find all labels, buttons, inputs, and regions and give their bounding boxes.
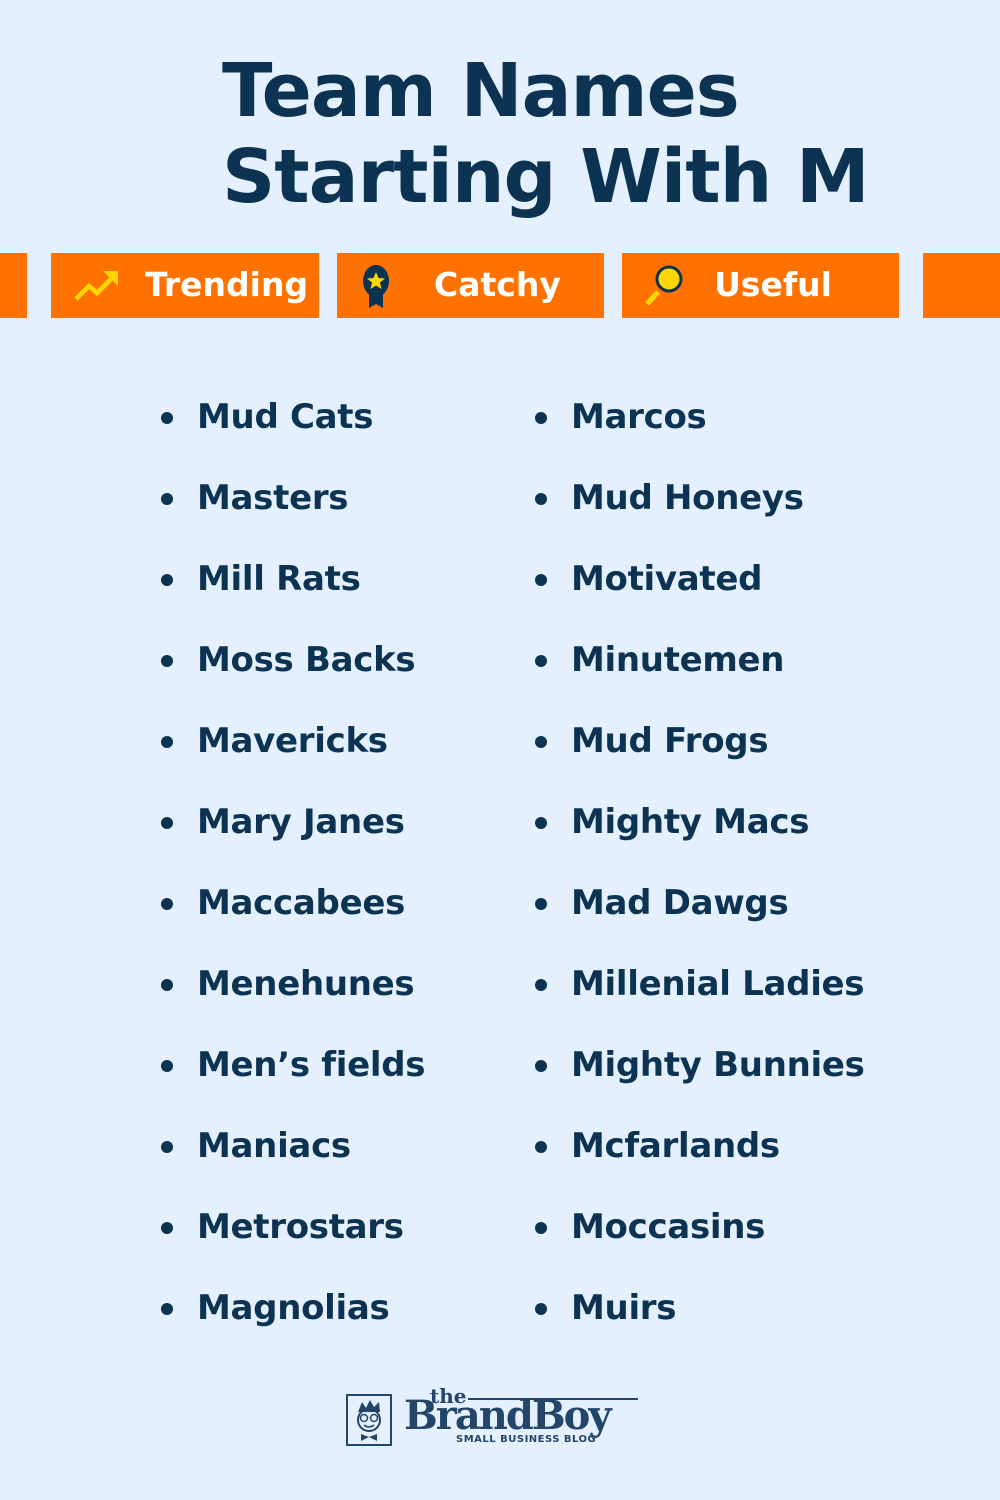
list-item: Maccabees	[161, 874, 425, 955]
list-item: Motivated	[535, 550, 865, 631]
team-name: Maniacs	[197, 1126, 351, 1166]
tag-trending: Trending	[51, 253, 319, 318]
title-line-2: Starting With M	[222, 134, 870, 220]
bullet-icon	[161, 1303, 173, 1315]
team-name: Minutemen	[571, 640, 785, 680]
list-item: Men’s fields	[161, 1036, 426, 1117]
bullet-icon	[535, 1222, 547, 1234]
list-item: Moss Backs	[161, 631, 425, 712]
list-item: Minutemen	[535, 631, 865, 712]
bullet-icon	[161, 817, 173, 829]
team-name: Mud Honeys	[571, 478, 804, 518]
team-name: Mud Cats	[197, 397, 374, 437]
team-name: Millenial Ladies	[571, 964, 865, 1004]
brand-logo: the BrandBoy SMALL BUSINESS BLOG	[344, 1384, 644, 1452]
logo-wordmark: BrandBoy	[404, 1392, 612, 1439]
bullet-icon	[535, 574, 547, 586]
bullet-icon	[161, 736, 173, 748]
list-item: Marcos	[535, 388, 865, 469]
team-name: Muirs	[571, 1288, 677, 1328]
bullet-icon	[535, 979, 547, 991]
tag-catchy: Catchy	[337, 253, 604, 318]
bullet-icon	[161, 655, 173, 667]
magnifier-icon	[645, 265, 683, 306]
team-name: Menehunes	[197, 964, 415, 1004]
bullet-icon	[161, 1060, 173, 1072]
bullet-icon	[161, 574, 173, 586]
title-line-1: Team Names	[222, 48, 740, 134]
bullet-icon	[535, 493, 547, 505]
list-item: Menehunes	[161, 955, 425, 1036]
bullet-icon	[535, 1060, 547, 1072]
list-item: Mavericks	[161, 712, 425, 793]
page-title: Team Names Starting With M	[222, 48, 870, 220]
names-list-column-2: Marcos Mud Honeys Motivated Minutemen Mu…	[535, 388, 865, 1360]
list-item: Maniacs	[161, 1117, 425, 1198]
list-item: Magnolias	[161, 1279, 425, 1360]
list-item: Masters	[161, 469, 425, 550]
tag-label: Catchy	[434, 265, 561, 304]
bullet-icon	[535, 736, 547, 748]
team-name: Maccabees	[197, 883, 406, 923]
team-name: Men’s fields	[197, 1045, 426, 1085]
team-name: Mavericks	[197, 721, 388, 761]
trending-up-icon	[74, 271, 118, 301]
bullet-icon	[161, 412, 173, 424]
bullet-icon	[161, 979, 173, 991]
team-name: Marcos	[571, 397, 707, 437]
team-name: Mcfarlands	[571, 1126, 780, 1166]
decorative-bar-left	[0, 253, 27, 318]
list-item: Muirs	[535, 1279, 865, 1360]
list-item: Mill Rats	[161, 550, 425, 631]
team-name: Moss Backs	[197, 640, 416, 680]
list-item: Mad Dawgs	[535, 874, 865, 955]
list-item: Mud Frogs	[535, 712, 865, 793]
bullet-icon	[535, 655, 547, 667]
bullet-icon	[535, 412, 547, 424]
team-name: Mighty Bunnies	[571, 1045, 865, 1085]
bullet-icon	[535, 1303, 547, 1315]
team-name: Mary Janes	[197, 802, 405, 842]
team-name: Mud Frogs	[571, 721, 769, 761]
decorative-bar-right	[923, 253, 1000, 318]
team-name: Magnolias	[197, 1288, 390, 1328]
list-item: Moccasins	[535, 1198, 865, 1279]
bullet-icon	[161, 493, 173, 505]
award-ribbon-star-icon	[363, 265, 389, 308]
bullet-icon	[535, 1141, 547, 1153]
list-item: Mud Cats	[161, 388, 425, 469]
team-name: Motivated	[571, 559, 763, 599]
list-item: Mighty Macs	[535, 793, 865, 874]
mascot-icon	[346, 1394, 392, 1446]
list-item: Mcfarlands	[535, 1117, 865, 1198]
tag-label: Useful	[714, 265, 832, 304]
bullet-icon	[535, 817, 547, 829]
bullet-icon	[535, 898, 547, 910]
list-item: Millenial Ladies	[535, 955, 865, 1036]
team-name: Mill Rats	[197, 559, 361, 599]
bullet-icon	[161, 1222, 173, 1234]
team-name: Mighty Macs	[571, 802, 810, 842]
bullet-icon	[161, 1141, 173, 1153]
list-item: Mary Janes	[161, 793, 425, 874]
logo-tagline: SMALL BUSINESS BLOG	[456, 1434, 597, 1445]
bullet-icon	[161, 898, 173, 910]
tag-label: Trending	[145, 265, 309, 304]
team-name: Masters	[197, 478, 349, 518]
tag-useful: Useful	[622, 253, 899, 318]
list-item: Metrostars	[161, 1198, 425, 1279]
team-name: Mad Dawgs	[571, 883, 789, 923]
list-item: Mud Honeys	[535, 469, 865, 550]
list-item: Mighty Bunnies	[535, 1036, 865, 1117]
names-list-column-1: Mud Cats Masters Mill Rats Moss Backs Ma…	[161, 388, 426, 1360]
team-name: Moccasins	[571, 1207, 766, 1247]
team-name: Metrostars	[197, 1207, 404, 1247]
